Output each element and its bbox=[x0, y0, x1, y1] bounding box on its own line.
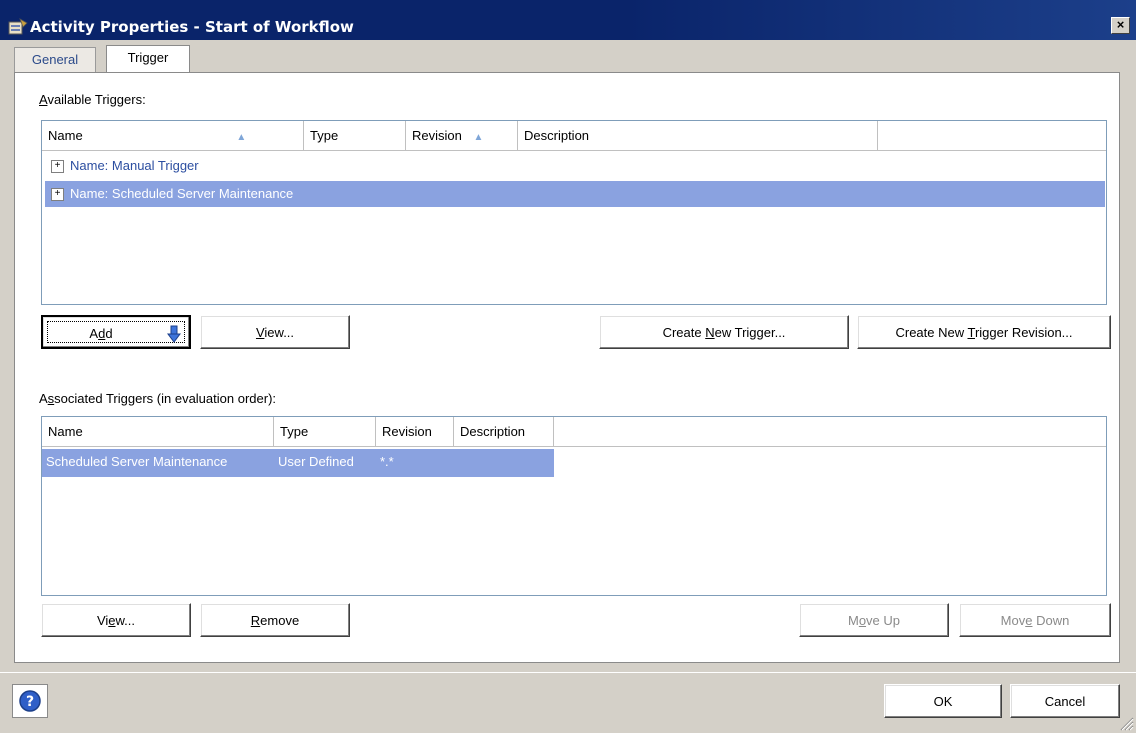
view-associated-label-rest: w... bbox=[115, 613, 136, 628]
move-up-label-accel: o bbox=[858, 613, 867, 628]
column-header-name-label: Name bbox=[48, 128, 83, 143]
cancel-button-label: Cancel bbox=[1044, 694, 1086, 709]
list-item-label: Name: Scheduled Server Maintenance bbox=[70, 186, 294, 201]
column-header-revision[interactable]: Revision bbox=[376, 417, 454, 447]
window-title: Activity Properties - Start of Workflow bbox=[30, 18, 354, 36]
view-available-label-rest: iew... bbox=[264, 325, 295, 340]
remove-label-rest: emove bbox=[260, 613, 300, 628]
create-new-trigger-label-pre: Create bbox=[662, 325, 706, 340]
view-associated-button[interactable]: View... bbox=[41, 603, 191, 637]
associated-triggers-list[interactable]: Name Type Revision Description Scheduled… bbox=[41, 416, 1107, 596]
row-description-cell bbox=[454, 449, 458, 475]
column-header-type[interactable]: Type bbox=[274, 417, 376, 447]
column-header-type[interactable]: Type bbox=[304, 121, 406, 151]
available-triggers-header: Name ▲ Type Revision ▲ Description bbox=[42, 121, 1106, 151]
create-new-trigger-button[interactable]: Create New Trigger... bbox=[599, 315, 849, 349]
ok-button[interactable]: OK bbox=[884, 684, 1002, 718]
svg-text:?: ? bbox=[26, 694, 34, 710]
workflow-app-icon bbox=[8, 18, 28, 35]
tab-general-label: General bbox=[31, 52, 79, 67]
column-header-type-label: Type bbox=[280, 424, 309, 439]
view-associated-label-accel: e bbox=[108, 613, 116, 628]
create-new-trigger-revision-button[interactable]: Create New Trigger Revision... bbox=[857, 315, 1111, 349]
row-name-cell: Scheduled Server Maintenance bbox=[46, 454, 228, 469]
close-button[interactable]: × bbox=[1111, 17, 1130, 34]
move-down-label-pre: Mov bbox=[1000, 613, 1026, 628]
row-type-cell: User Defined bbox=[278, 454, 354, 469]
column-header-description[interactable]: Description bbox=[518, 121, 878, 151]
footer-separator bbox=[0, 672, 1136, 673]
tab-general[interactable]: General bbox=[14, 47, 96, 72]
expand-plus-icon[interactable]: + bbox=[51, 188, 64, 202]
create-revision-label-accel: T bbox=[967, 325, 975, 340]
column-header-name[interactable]: Name bbox=[42, 417, 274, 447]
sort-ascending-icon: ▲ bbox=[473, 132, 484, 143]
view-associated-label-pre: Vi bbox=[96, 613, 109, 628]
column-header-filler bbox=[878, 121, 1106, 151]
move-up-label-pre: M bbox=[847, 613, 859, 628]
tab-trigger-label: Trigger bbox=[127, 50, 169, 65]
column-header-name-label: Name bbox=[48, 424, 83, 439]
associated-triggers-label-rest: sociated Triggers (in evaluation order): bbox=[54, 391, 277, 406]
column-header-revision-label: Revision bbox=[382, 424, 432, 439]
list-item-label: Name: Manual Trigger bbox=[70, 158, 199, 173]
column-header-revision-label: Revision bbox=[412, 128, 462, 143]
associated-triggers-label-pre: A bbox=[39, 391, 48, 406]
column-header-description-label: Description bbox=[524, 128, 590, 143]
move-up-button[interactable]: Move Up bbox=[799, 603, 949, 637]
move-down-label-rest: Down bbox=[1032, 613, 1070, 628]
create-new-trigger-label-rest: ew Trigger... bbox=[714, 325, 786, 340]
column-header-description[interactable]: Description bbox=[454, 417, 554, 447]
column-header-revision[interactable]: Revision ▲ bbox=[406, 121, 518, 151]
create-new-trigger-label-accel: N bbox=[705, 325, 715, 340]
create-revision-label-pre: Create New bbox=[895, 325, 968, 340]
column-header-type-label: Type bbox=[310, 128, 339, 143]
add-button-label-a: A bbox=[89, 326, 99, 341]
available-triggers-list[interactable]: Name ▲ Type Revision ▲ Description + Name… bbox=[41, 120, 1107, 305]
column-header-name[interactable]: Name ▲ bbox=[42, 121, 304, 151]
associated-triggers-header: Name Type Revision Description bbox=[42, 417, 1106, 447]
expand-plus-icon[interactable]: + bbox=[51, 160, 64, 174]
resize-grip-icon[interactable] bbox=[1118, 715, 1134, 731]
available-triggers-label-rest: vailable Triggers: bbox=[47, 92, 146, 107]
sort-ascending-icon: ▲ bbox=[236, 132, 247, 143]
add-button[interactable]: Add bbox=[41, 315, 191, 349]
title-bar: Activity Properties - Start of Workflow … bbox=[0, 0, 1136, 40]
list-item-selected[interactable]: + Name: Scheduled Server Maintenance bbox=[45, 181, 1105, 207]
list-item[interactable]: + Name: Manual Trigger bbox=[45, 153, 1105, 179]
add-button-label-rest: d bbox=[105, 326, 113, 341]
down-arrow-icon bbox=[167, 325, 181, 343]
help-icon: ? bbox=[19, 690, 41, 712]
remove-label-accel: R bbox=[250, 613, 261, 628]
table-row[interactable]: Scheduled Server Maintenance User Define… bbox=[42, 449, 554, 477]
column-header-description-label: Description bbox=[460, 424, 526, 439]
available-triggers-label: Available Triggers: bbox=[39, 92, 146, 107]
focus-rect bbox=[47, 321, 185, 343]
remove-button[interactable]: Remove bbox=[200, 603, 350, 637]
help-button[interactable]: ? bbox=[12, 684, 48, 718]
cancel-button[interactable]: Cancel bbox=[1010, 684, 1120, 718]
create-revision-label-rest: rigger Revision... bbox=[974, 325, 1073, 340]
tab-trigger[interactable]: Trigger bbox=[106, 45, 190, 74]
trigger-panel: Available Triggers: Name ▲ Type Revision… bbox=[14, 72, 1120, 663]
move-down-button[interactable]: Move Down bbox=[959, 603, 1111, 637]
move-up-label-rest: ve Up bbox=[866, 613, 901, 628]
column-header-filler bbox=[554, 417, 1106, 447]
ok-button-label: OK bbox=[933, 694, 953, 709]
view-available-button[interactable]: View... bbox=[200, 315, 350, 349]
row-revision-cell: *.* bbox=[380, 454, 394, 469]
associated-triggers-label: Associated Triggers (in evaluation order… bbox=[39, 391, 276, 406]
